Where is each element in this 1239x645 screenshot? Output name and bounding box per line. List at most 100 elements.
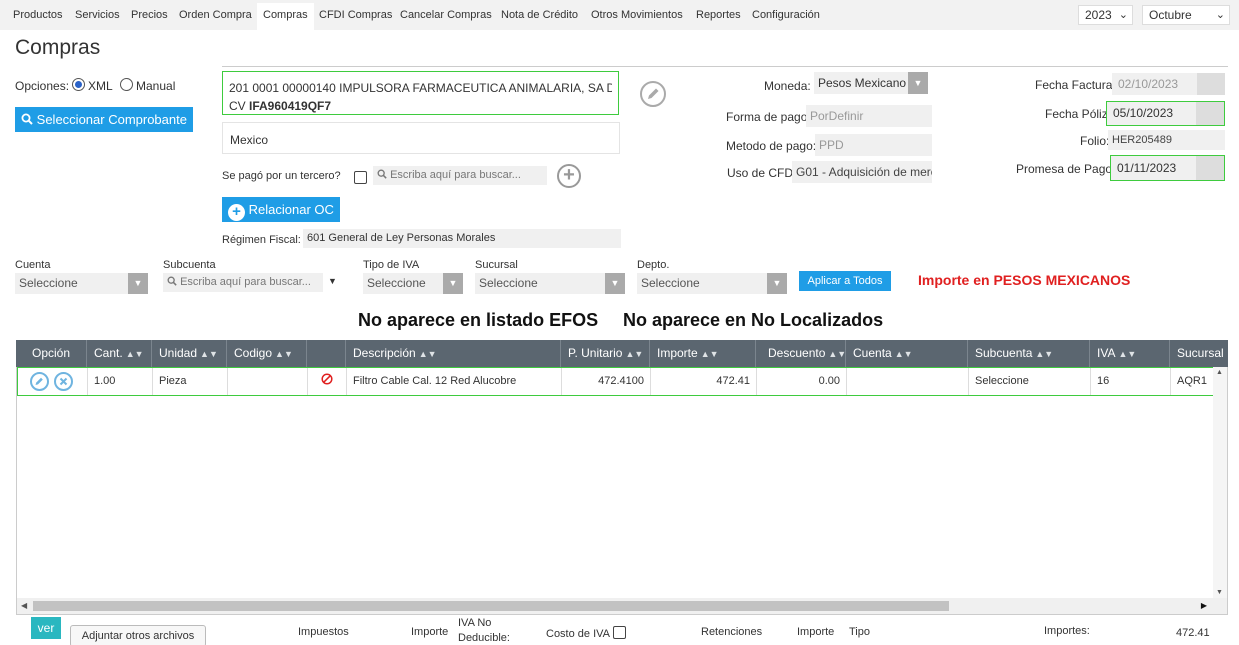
tab-otros-movimientos[interactable]: Otros Movimientos — [585, 3, 689, 27]
cell-cant[interactable]: 1.00 — [88, 368, 153, 395]
tab-servicios[interactable]: Servicios — [69, 3, 126, 27]
country-value: Mexico — [230, 133, 269, 147]
edit-provider-button[interactable] — [640, 81, 666, 107]
costo-iva-checkbox[interactable] — [613, 626, 626, 639]
ver-button[interactable]: ver — [31, 617, 61, 639]
cell-iva[interactable]: 16 — [1091, 368, 1171, 395]
scroll-left-icon[interactable]: ◀ — [21, 601, 27, 610]
moneda-select[interactable]: Pesos Mexicanos ▼ — [814, 72, 928, 94]
tab-cancelar-compras[interactable]: Cancelar Compras — [394, 3, 498, 27]
forma-pago-label: Forma de pago — [726, 110, 808, 124]
seleccionar-comprobante-button[interactable]: Seleccionar Comprobante — [15, 107, 193, 132]
col-subcuenta[interactable]: Subcuenta ▲▼ — [968, 340, 1090, 367]
provider-line2: CV IFA960419QF7 — [229, 97, 612, 115]
tab-configuracion[interactable]: Configuración — [746, 3, 826, 27]
cell-subcuenta[interactable]: Seleccione — [969, 368, 1091, 395]
delete-row-button[interactable] — [54, 372, 73, 391]
col-descuento-label: Descuento — [768, 346, 826, 360]
prohibited-icon — [321, 373, 333, 385]
col-opcion-label: Opción — [31, 346, 71, 360]
caret-down-icon[interactable]: ▼ — [328, 276, 337, 286]
tab-cfdi-compras[interactable]: CFDI Compras — [313, 3, 398, 27]
tipo-iva-value: Seleccione — [367, 276, 426, 290]
tab-precios[interactable]: Precios — [125, 3, 174, 27]
year-value: 2023 — [1085, 8, 1112, 22]
retenciones-label: Retenciones — [701, 626, 763, 638]
provider-field[interactable]: 201 0001 00000140 IMPULSORA FARMACEUTICA… — [222, 71, 619, 115]
cell-sucursal[interactable]: AQR1 — [1171, 368, 1213, 395]
tipo-iva-select[interactable]: Seleccione ▼ — [363, 273, 463, 294]
tercero-checkbox[interactable] — [354, 171, 367, 184]
col-codigo[interactable]: Codigo ▲▼ — [227, 340, 307, 367]
col-p-unitario[interactable]: P. Unitario ▲▼ — [561, 340, 650, 367]
tab-reportes[interactable]: Reportes — [690, 3, 747, 27]
country-field[interactable]: Mexico — [222, 122, 620, 154]
col-iva-label: IVA — [1097, 346, 1116, 360]
tab-nota-credito[interactable]: Nota de Crédito — [495, 3, 584, 27]
subcuenta-search-input[interactable]: Escriba aquí para buscar... — [163, 273, 323, 292]
table-row[interactable]: 1.00 Pieza Filtro Cable Cal. 12 Red Aluc… — [17, 367, 1214, 396]
scroll-right-icon[interactable]: ▶ — [1201, 601, 1207, 610]
aplicar-todos-button[interactable]: Aplicar a Todos — [799, 271, 891, 291]
col-subcuenta-label: Subcuenta — [975, 346, 1033, 360]
tab-compras[interactable]: Compras — [257, 3, 314, 30]
edit-row-button[interactable] — [30, 372, 49, 391]
page-title: Compras — [15, 36, 101, 59]
chevron-down-icon: ▼ — [605, 273, 625, 294]
cell-descuento[interactable]: 0.00 — [757, 368, 847, 395]
cell-p-unitario[interactable]: 472.4100 — [562, 368, 651, 395]
row-options — [18, 368, 88, 395]
manual-radio[interactable] — [120, 78, 133, 91]
tab-productos[interactable]: Productos — [7, 3, 69, 27]
calendar-icon[interactable] — [1196, 102, 1224, 125]
add-tercero-button[interactable]: + — [557, 164, 581, 188]
col-unidad[interactable]: Unidad ▲▼ — [152, 340, 227, 367]
relacionar-oc-button[interactable]: + Relacionar OC — [222, 197, 340, 222]
xml-radio[interactable] — [72, 78, 85, 91]
calendar-icon — [1197, 73, 1225, 95]
tab-orden-compra[interactable]: Orden Compra — [173, 3, 258, 27]
importe-notice: Importe en PESOS MEXICANOS — [918, 272, 1131, 288]
col-cuenta[interactable]: Cuenta ▲▼ — [846, 340, 968, 367]
uso-cfdi-select[interactable]: G01 - Adquisición de merc — [792, 161, 932, 183]
cell-importe[interactable]: 472.41 — [651, 368, 757, 395]
tercero-search-input[interactable]: Escriba aquí para buscar... — [373, 166, 547, 185]
calendar-icon[interactable] — [1196, 156, 1224, 180]
cuenta-select[interactable]: Seleccione ▼ — [15, 273, 148, 294]
promesa-pago-field[interactable]: 01/11/2023 — [1110, 155, 1225, 181]
month-select[interactable]: Octubre ⌄ — [1142, 5, 1230, 25]
cell-cuenta[interactable] — [847, 368, 969, 395]
tipo-iva-label: Tipo de IVA — [363, 259, 420, 271]
col-importe-label: Importe — [657, 346, 698, 360]
table-header: Opción Cant. ▲▼ Unidad ▲▼ Codigo ▲▼ Descrip… — [16, 340, 1228, 367]
scroll-up-icon[interactable]: ▲ — [1216, 369, 1223, 376]
forma-pago-select[interactable]: PorDefinir — [806, 105, 932, 127]
plus-icon: + — [563, 164, 575, 186]
year-select[interactable]: 2023 ⌄ — [1078, 5, 1133, 25]
close-icon — [59, 377, 68, 386]
chevron-down-icon: ▼ — [767, 273, 787, 294]
cell-codigo[interactable] — [228, 368, 308, 395]
sucursal-select[interactable]: Seleccione ▼ — [475, 273, 625, 294]
sort-icon: ▲▼ — [275, 349, 293, 359]
scroll-thumb[interactable] — [33, 601, 949, 611]
col-cant[interactable]: Cant. ▲▼ — [87, 340, 152, 367]
vertical-scrollbar[interactable]: ▲ ▼ — [1213, 367, 1227, 598]
col-cuenta-label: Cuenta — [853, 346, 892, 360]
col-descripcion[interactable]: Descripción ▲▼ — [346, 340, 561, 367]
col-descuento[interactable]: Descuento ▲▼ — [756, 340, 846, 367]
col-sucursal[interactable]: Sucursal — [1170, 340, 1228, 367]
fecha-poliza-field[interactable]: 05/10/2023 — [1106, 101, 1225, 126]
depto-select[interactable]: Seleccione ▼ — [637, 273, 787, 294]
scroll-down-icon[interactable]: ▼ — [1216, 589, 1223, 596]
top-nav: Productos Servicios Precios Orden Compra… — [0, 0, 1239, 30]
col-importe[interactable]: Importe ▲▼ — [650, 340, 756, 367]
horizontal-scrollbar[interactable]: ◀ ▶ — [17, 598, 1227, 614]
adjuntar-archivos-button[interactable]: Adjuntar otros archivos — [70, 625, 206, 645]
col-opcion: Opción — [16, 340, 87, 367]
cell-descripcion[interactable]: Filtro Cable Cal. 12 Red Alucobre — [347, 368, 562, 395]
cell-unidad[interactable]: Pieza — [153, 368, 228, 395]
cell-flag — [308, 368, 347, 395]
metodo-pago-select[interactable]: PPD — [815, 134, 932, 156]
col-iva[interactable]: IVA ▲▼ — [1090, 340, 1170, 367]
